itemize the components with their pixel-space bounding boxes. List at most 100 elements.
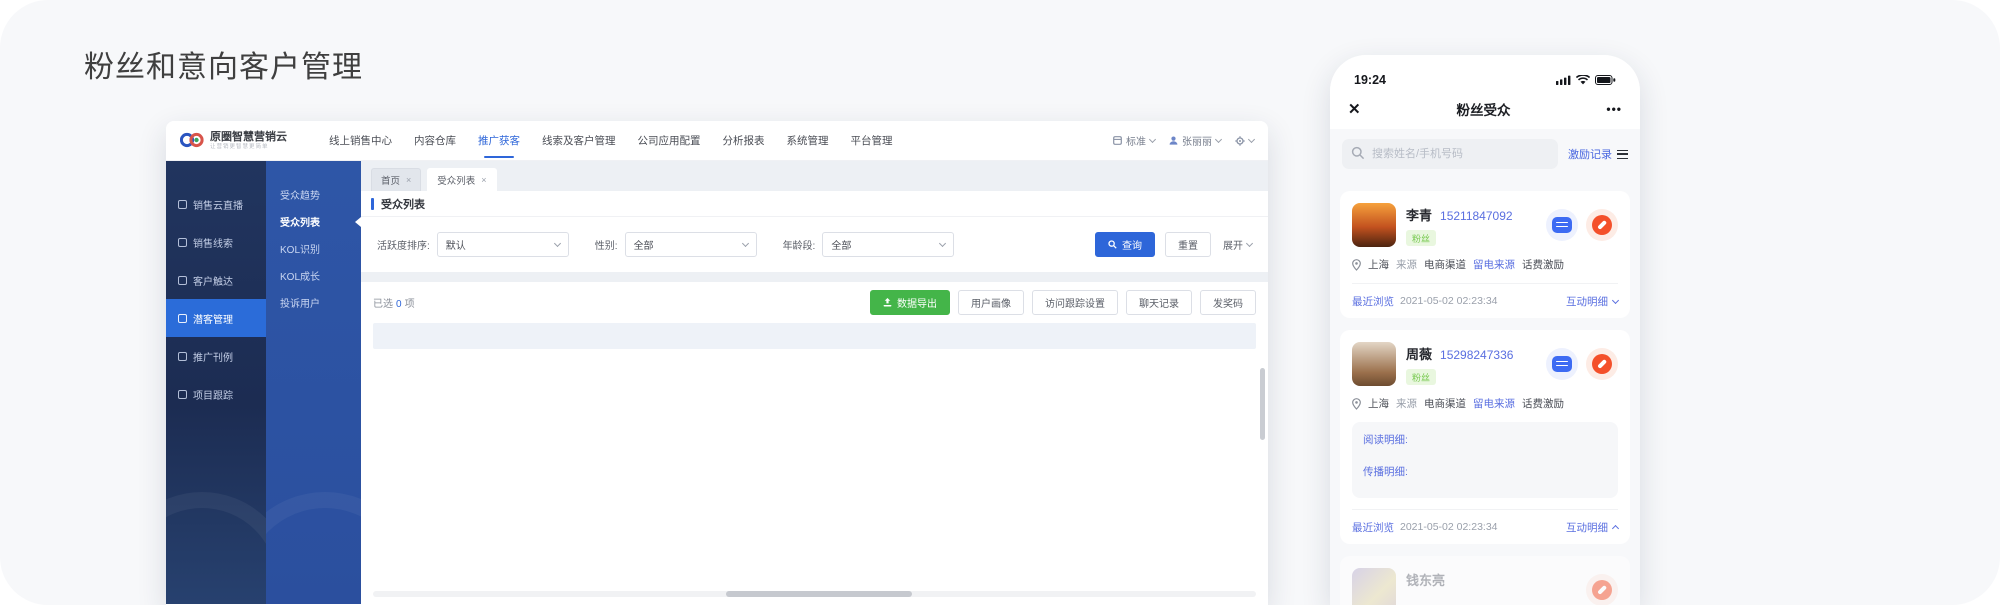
search-icon	[1108, 240, 1117, 249]
avatar	[1352, 568, 1396, 605]
phone-icon	[1592, 354, 1612, 374]
recent-view-time: 2021-05-02 02:23:34	[1400, 521, 1498, 533]
recent-view-time: 2021-05-02 02:23:34	[1400, 295, 1498, 307]
call-button[interactable]	[1586, 348, 1618, 380]
filter-sort-value: 默认	[446, 237, 466, 252]
subsidebar-item-0[interactable]: 受众趋势	[266, 181, 361, 208]
source-label: 来源	[1396, 257, 1417, 272]
filter-gender-value: 全部	[634, 237, 654, 252]
interaction-detail-toggle[interactable]: 互动明细	[1566, 294, 1618, 309]
sidebar-item-1[interactable]: 销售线索	[166, 223, 266, 261]
chevron-down-icon	[1246, 240, 1253, 247]
topnav-item-2[interactable]: 推广获客	[478, 121, 520, 161]
sidebar-item-2[interactable]: 客户触达	[166, 261, 266, 299]
sidebar-item-label: 推广刊例	[193, 349, 233, 364]
toolbar-action-1[interactable]: 访问跟踪设置	[1032, 290, 1118, 315]
topnav-item-4[interactable]: 公司应用配置	[638, 121, 701, 161]
mobile-page-title: 粉丝受众	[1361, 99, 1607, 119]
topnav-item-5[interactable]: 分析报表	[723, 121, 765, 161]
chat-button[interactable]	[1546, 348, 1578, 380]
topnav-item-6[interactable]: 系统管理	[787, 121, 829, 161]
fan-phone[interactable]: 15211847092	[1440, 209, 1513, 223]
settings-menu[interactable]	[1235, 136, 1254, 146]
tab-audience-list[interactable]: 受众列表 ×	[427, 168, 496, 191]
more-icon[interactable]: •••	[1606, 102, 1622, 116]
toolbar-action-2[interactable]: 聊天记录	[1126, 290, 1192, 315]
vertical-scrollbar[interactable]	[1260, 368, 1265, 440]
call-button[interactable]	[1586, 209, 1618, 241]
lead-source-value: 话费激励	[1522, 396, 1564, 411]
table-header-row	[373, 323, 1256, 349]
chevron-down-icon	[554, 240, 561, 247]
recent-view-label: 最近浏览	[1352, 520, 1394, 535]
horizontal-scrollbar[interactable]	[373, 591, 1256, 597]
user-menu[interactable]: 张丽丽	[1169, 133, 1221, 148]
section-title: 受众列表	[381, 196, 425, 212]
user-name: 张丽丽	[1182, 133, 1212, 148]
fan-name: 李青	[1406, 205, 1432, 224]
filter-age-select[interactable]: 全部	[822, 232, 954, 257]
interaction-stats-panel: 阅读明细: 传播明细:	[1352, 422, 1618, 498]
desktop-app-window: 原圈智慧营销云 让营销更智慧更简单 线上销售中心内容仓库推广获客线索及客户管理公…	[166, 121, 1268, 605]
fan-card-expanded[interactable]: 周薇 15298247336 粉丝 上海 来源 电商渠道 留电来源 话费激励 阅…	[1340, 330, 1630, 544]
top-navbar: 原圈智慧营销云 让营销更智慧更简单 线上销售中心内容仓库推广获客线索及客户管理公…	[166, 121, 1268, 161]
interaction-detail-toggle[interactable]: 互动明细	[1566, 520, 1618, 535]
wifi-icon	[1576, 75, 1590, 85]
signal-icon	[1556, 75, 1571, 85]
subsidebar-item-4[interactable]: 投诉用户	[266, 289, 361, 316]
status-time: 19:24	[1354, 73, 1386, 87]
fan-city: 上海	[1368, 396, 1389, 411]
filter-panel: 受众列表 活跃度排序: 默认 性别: 全部 年龄段: 全部	[361, 191, 1268, 272]
tab-home[interactable]: 首页 ×	[371, 168, 421, 191]
filter-gender-label: 性别:	[595, 237, 618, 252]
section-title-bar	[371, 198, 374, 210]
gear-icon	[1235, 136, 1245, 146]
fan-card-partial[interactable]: 钱东亮	[1340, 556, 1630, 605]
chat-icon	[1552, 356, 1572, 372]
call-button[interactable]	[1586, 574, 1618, 605]
export-data-button[interactable]: 数据导出	[870, 290, 950, 315]
brand-name: 原圈智慧营销云	[210, 131, 287, 143]
status-bar: 19:24	[1330, 67, 1640, 87]
chevron-down-icon	[1612, 296, 1619, 303]
primary-sidebar: 销售云直播销售线索客户触达潜客管理推广刊例项目跟踪	[166, 161, 266, 604]
secondary-sidebar: 受众趋势受众列表KOL识别KOL成长投诉用户	[266, 161, 361, 604]
chevron-down-icon	[742, 240, 749, 247]
subsidebar-item-2[interactable]: KOL识别	[266, 235, 361, 262]
subsidebar-item-3[interactable]: KOL成长	[266, 262, 361, 289]
filter-gender-select[interactable]: 全部	[625, 232, 757, 257]
toolbar-action-3[interactable]: 发奖码	[1200, 290, 1256, 315]
sidebar-item-3[interactable]: 潜客管理	[166, 299, 266, 337]
sidebar-item-0[interactable]: 销售云直播	[166, 185, 266, 223]
topnav-item-0[interactable]: 线上销售中心	[329, 121, 392, 161]
battery-icon	[1595, 75, 1616, 85]
sidebar-item-4[interactable]: 推广刊例	[166, 337, 266, 375]
filter-sort-select[interactable]: 默认	[437, 232, 569, 257]
fan-card[interactable]: 李青 15211847092 粉丝 上海 来源 电商渠道 留电来源 话费激励 最…	[1340, 191, 1630, 318]
search-button-label: 查询	[1122, 237, 1142, 252]
fan-phone[interactable]: 15298247336	[1440, 348, 1513, 362]
subsidebar-item-1[interactable]: 受众列表	[266, 208, 361, 235]
lead-source-value: 话费激励	[1522, 257, 1564, 272]
phone-icon	[1592, 215, 1612, 235]
topnav-item-7[interactable]: 平台管理	[851, 121, 893, 161]
search-input[interactable]	[1342, 139, 1558, 169]
brand-logo[interactable]: 原圈智慧营销云 让营销更智慧更简单	[180, 131, 287, 149]
mode-switch[interactable]: 标准	[1113, 133, 1155, 148]
tab-home-close-icon[interactable]: ×	[406, 175, 411, 185]
topnav-item-1[interactable]: 内容仓库	[414, 121, 456, 161]
search-button[interactable]: 查询	[1095, 232, 1155, 257]
close-icon[interactable]: ✕	[1348, 100, 1361, 118]
chat-button[interactable]	[1546, 209, 1578, 241]
lead-source-label: 留电来源	[1473, 257, 1515, 272]
expand-toggle[interactable]: 展开	[1223, 237, 1252, 252]
tab-audience-close-icon[interactable]: ×	[481, 175, 486, 185]
export-label: 数据导出	[897, 295, 937, 310]
topnav-item-3[interactable]: 线索及客户管理	[542, 121, 616, 161]
sidebar-item-5[interactable]: 项目跟踪	[166, 375, 266, 413]
reset-button[interactable]: 重置	[1165, 232, 1211, 257]
table-toolbar: 已选0项 数据导出 用户画像访问跟踪设置聊天记录发奖码	[373, 282, 1256, 323]
incentive-records-link[interactable]: 激励记录	[1568, 146, 1628, 162]
sidebar-item-label: 销售线索	[193, 235, 233, 250]
toolbar-action-0[interactable]: 用户画像	[958, 290, 1024, 315]
